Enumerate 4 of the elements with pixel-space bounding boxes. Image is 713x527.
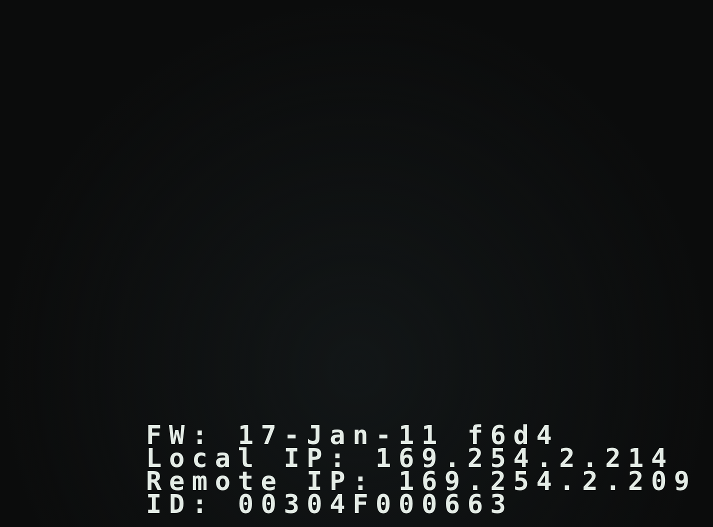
status-line: Remote IP: 169.254.2.209: [146, 471, 697, 494]
status-line: FW: 17-Jan-11 f6d4: [146, 425, 560, 448]
status-line: Local IP: 169.254.2.214: [146, 448, 674, 471]
status-line: ID: 00304F000663: [146, 494, 514, 517]
